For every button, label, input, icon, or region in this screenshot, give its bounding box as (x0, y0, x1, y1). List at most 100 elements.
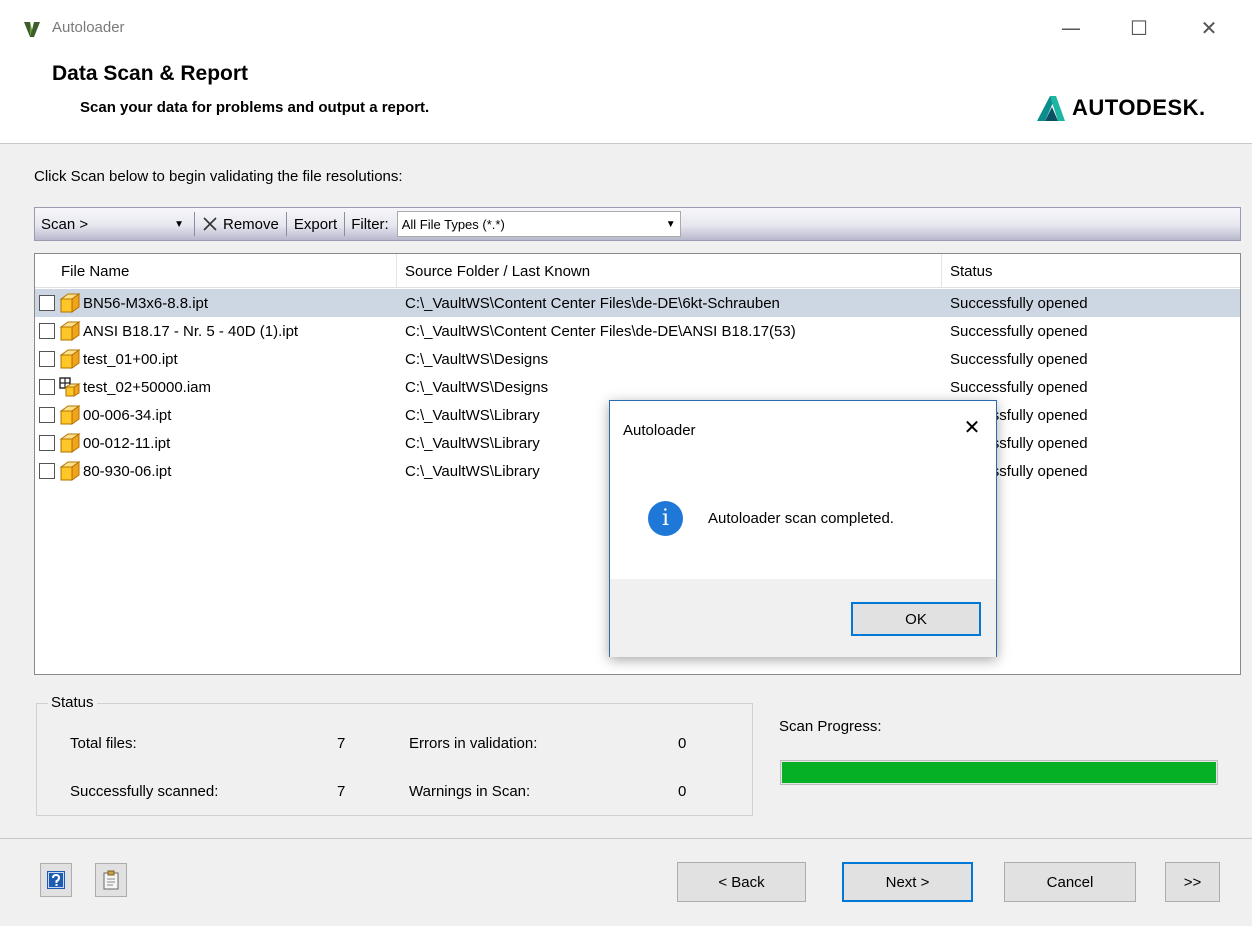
file-name-cell: test_01+00.ipt (35, 345, 397, 373)
help-button[interactable] (40, 863, 72, 897)
autoloader-window: Autoloader — ☐ ✕ Data Scan & Report Scan… (0, 0, 1252, 926)
part-icon (59, 461, 81, 481)
scan-complete-dialog: Autoloader ✕ i Autoloader scan completed… (609, 400, 997, 657)
warnings-label: Warnings in Scan: (409, 783, 531, 800)
scan-progress-bar (780, 760, 1218, 785)
remove-x-icon (203, 217, 217, 231)
part-icon (59, 433, 81, 453)
column-header-source-folder[interactable]: Source Folder / Last Known (397, 254, 942, 288)
close-window-button[interactable]: ✕ (1186, 10, 1232, 46)
report-button[interactable] (95, 863, 127, 897)
file-name-text: 80-930-06.ipt (83, 462, 172, 480)
column-header-file-name[interactable]: File Name (35, 254, 397, 288)
scan-dropdown-button[interactable]: Scan > ▼ (35, 208, 190, 240)
successfully-scanned-value: 7 (337, 783, 346, 800)
page-title: Data Scan & Report (52, 62, 249, 85)
part-icon (59, 349, 81, 369)
chevron-down-icon: ▼ (665, 218, 676, 230)
remove-label: Remove (223, 215, 279, 233)
column-header-status[interactable]: Status (942, 254, 1240, 288)
status-cell: Successfully opened (950, 294, 1088, 312)
scan-progress-label: Scan Progress: (779, 718, 882, 735)
clipboard-icon (103, 870, 119, 890)
info-icon: i (648, 501, 683, 536)
file-name-text: test_01+00.ipt (83, 350, 178, 368)
more-button[interactable]: >> (1165, 862, 1220, 902)
status-group-legend: Status (48, 694, 97, 711)
errors-label: Errors in validation: (409, 735, 538, 752)
errors-value: 0 (678, 735, 687, 752)
status-cell: Successfully opened (950, 322, 1088, 340)
table-row[interactable]: BN56-M3x6-8.8.ipt C:\_VaultWS\Content Cen… (35, 289, 1240, 317)
dialog-footer: OK (610, 579, 996, 657)
toolbar-separator (285, 212, 287, 236)
file-name-cell: 00-012-11.ipt (35, 429, 397, 457)
row-checkbox[interactable] (39, 407, 55, 423)
status-cell: Successfully opened (950, 350, 1088, 368)
warnings-value: 0 (678, 783, 687, 800)
back-button[interactable]: < Back (677, 862, 806, 902)
table-row[interactable]: test_01+00.ipt C:\_VaultWS\Designs Success… (35, 345, 1240, 373)
scan-label: Scan > (41, 215, 89, 233)
file-name-text: 00-006-34.ipt (83, 406, 172, 424)
file-type-filter-select[interactable]: All File Types (*.*) ▼ (396, 211, 681, 237)
page-subtitle: Scan your data for problems and output a… (80, 99, 430, 116)
part-icon (59, 293, 81, 313)
filter-value: All File Types (*.*) (401, 216, 505, 232)
assembly-icon (59, 377, 81, 397)
file-name-cell: BN56-M3x6-8.8.ipt (35, 289, 397, 317)
row-checkbox[interactable] (39, 295, 55, 311)
row-checkbox[interactable] (39, 351, 55, 367)
part-icon (59, 321, 81, 341)
row-checkbox[interactable] (39, 463, 55, 479)
vault-logo-icon (22, 19, 42, 39)
autodesk-wordmark: AUTODESK. (1072, 95, 1206, 120)
part-icon (59, 405, 81, 425)
cancel-button[interactable]: Cancel (1004, 862, 1136, 902)
file-name-text: BN56-M3x6-8.8.ipt (83, 294, 209, 312)
window-title: Autoloader (52, 19, 125, 36)
instruction-text: Click Scan below to begin validating the… (34, 168, 403, 185)
next-button[interactable]: Next > (842, 862, 973, 902)
row-checkbox[interactable] (39, 323, 55, 339)
file-name-cell: 80-930-06.ipt (35, 457, 397, 485)
scan-toolbar: Scan > ▼ Remove Export Filter: All File … (34, 207, 1241, 241)
total-files-label: Total files: (70, 735, 137, 752)
autodesk-logo-icon (1037, 96, 1065, 121)
dialog-title: Autoloader (623, 422, 696, 439)
source-folder-cell: C:\_VaultWS\Designs (405, 378, 549, 396)
maximize-button[interactable]: ☐ (1116, 10, 1162, 46)
row-checkbox[interactable] (39, 379, 55, 395)
wizard-header: Data Scan & Report Scan your data for pr… (0, 56, 1252, 144)
file-name-text: test_02+50000.iam (83, 378, 212, 396)
file-name-text: ANSI B18.17 - Nr. 5 - 40D (1).ipt (83, 322, 299, 340)
autodesk-brand: AUTODESK. (1036, 94, 1206, 122)
table-header: File Name Source Folder / Last Known Sta… (35, 254, 1240, 288)
toolbar-separator (344, 212, 346, 236)
title-bar: Autoloader — ☐ ✕ (0, 0, 1252, 56)
filter-label: Filter: (351, 215, 389, 233)
dialog-message: Autoloader scan completed. (708, 510, 894, 527)
table-row[interactable]: ANSI B18.17 - Nr. 5 - 40D (1).ipt C:\_Vau… (35, 317, 1240, 345)
status-cell: Successfully opened (950, 378, 1088, 396)
help-icon (47, 871, 65, 889)
file-name-text: 00-012-11.ipt (83, 434, 171, 452)
dialog-ok-button[interactable]: OK (851, 602, 981, 636)
remove-button[interactable]: Remove (199, 208, 282, 240)
scan-progress-fill (782, 762, 1216, 783)
row-checkbox[interactable] (39, 435, 55, 451)
source-folder-cell: C:\_VaultWS\Designs (405, 350, 549, 368)
successfully-scanned-label: Successfully scanned: (70, 783, 219, 800)
file-name-cell: ANSI B18.17 - Nr. 5 - 40D (1).ipt (35, 317, 397, 345)
source-folder-cell: C:\_VaultWS\Content Center Files\de-DE\6… (405, 294, 780, 312)
chevron-down-icon: ▼ (174, 218, 184, 230)
dialog-close-icon[interactable]: ✕ (960, 415, 984, 439)
source-folder-cell: C:\_VaultWS\Content Center Files\de-DE\A… (405, 322, 796, 340)
file-name-cell: 00-006-34.ipt (35, 401, 397, 429)
toolbar-separator (194, 212, 195, 236)
file-name-cell: test_02+50000.iam (35, 373, 397, 401)
minimize-button[interactable]: — (1048, 10, 1094, 46)
export-button[interactable]: Export (291, 208, 340, 240)
table-row[interactable]: test_02+50000.iam C:\_VaultWS\Designs Succ… (35, 373, 1240, 401)
total-files-value: 7 (337, 735, 346, 752)
